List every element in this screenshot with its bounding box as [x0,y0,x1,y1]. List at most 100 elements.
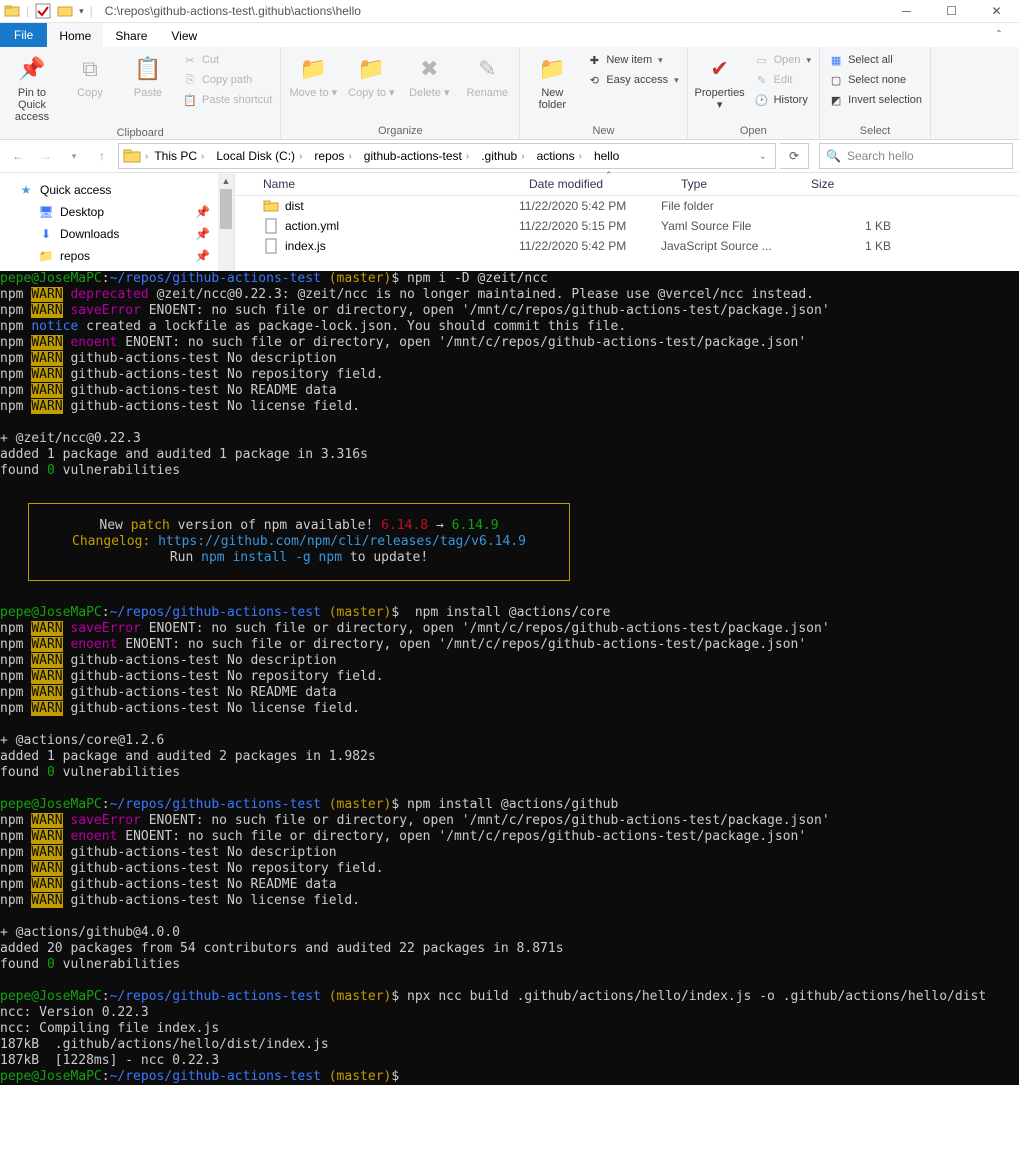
refresh-button[interactable]: ⟳ [780,143,809,169]
col-size[interactable]: Size [811,177,871,191]
open-button[interactable]: ▭Open▾ [752,51,813,69]
file-row[interactable]: action.yml11/22/2020 5:15 PMYaml Source … [235,216,1019,236]
sidebar-item-repos[interactable]: 📁repos📌 [14,245,234,267]
ribbon-tabs: File Home Share View ˆ [0,23,1019,47]
crumb[interactable]: github-actions-test› [360,149,477,163]
file-row[interactable]: dist11/22/2020 5:42 PMFile folder [235,196,1019,216]
copy-button[interactable]: ⧉ Copy [64,51,116,101]
file-list: Name Date modified Type Size ⌃ dist11/22… [235,173,1019,271]
open-icon: ▭ [754,52,770,68]
search-icon: 🔍 [826,149,841,163]
copy-icon: ⧉ [74,53,106,85]
up-button[interactable]: ↑ [90,144,114,168]
title-bar: | ▾ | C:\repos\github-actions-test\.gith… [0,0,1019,23]
tab-share[interactable]: Share [103,23,159,47]
npm-update-box: New patch version of npm available! 6.14… [28,503,570,581]
qat-dropdown[interactable]: ▾ [79,6,84,17]
group-select: ▦Select all ▢Select none ◩Invert selecti… [820,47,931,139]
forward-button[interactable]: → [34,144,58,168]
delete-button[interactable]: ✖Delete ▾ [403,51,455,101]
terminal[interactable]: pepe@JoseMaPC:~/repos/github-actions-tes… [0,271,1019,1085]
easy-access-icon: ⟲ [586,72,602,88]
sidebar-item-downloads[interactable]: ⬇Downloads📌 [14,223,234,245]
crumb[interactable]: actions› [533,149,590,163]
recent-dropdown[interactable]: ▾ [62,144,86,168]
paste-shortcut-button[interactable]: 📋Paste shortcut [180,91,274,109]
select-none-icon: ▢ [828,72,844,88]
copy-to-icon: 📁 [355,53,387,85]
pin-icon: 📌 [195,227,210,241]
folder-small-icon[interactable] [57,3,73,19]
minimize-button[interactable]: ─ [884,0,929,22]
checkbox-icon[interactable] [35,3,51,19]
pin-icon: 📌 [195,249,210,263]
crumb[interactable]: Local Disk (C:)› [212,149,310,163]
tab-view[interactable]: View [159,23,209,47]
properties-button[interactable]: ✔Properties ▾ [694,51,746,113]
invert-icon: ◩ [828,92,844,108]
file-row[interactable]: index.js11/22/2020 5:42 PMJavaScript Sou… [235,236,1019,256]
folder-icon: 📁 [38,248,54,264]
copy-path-icon: ⎘ [182,72,198,88]
crumb[interactable]: .github› [477,149,532,163]
easy-access-button[interactable]: ⟲Easy access▾ [584,71,680,89]
select-all-button[interactable]: ▦Select all [826,51,924,69]
divider: | [26,4,29,18]
quick-access[interactable]: ★Quick access [14,179,234,201]
history-icon: 🕑 [754,92,770,108]
properties-icon: ✔ [704,53,736,85]
search-box[interactable]: 🔍 Search hello [819,143,1013,169]
pin-icon: 📌 [195,205,210,219]
rename-icon: ✎ [471,53,503,85]
new-folder-icon: 📁 [536,53,568,85]
rename-button[interactable]: ✎Rename [461,51,513,101]
collapse-ribbon[interactable]: ˆ [979,23,1019,47]
maximize-button[interactable]: ☐ [929,0,974,22]
history-button[interactable]: 🕑History [752,91,813,109]
file-icon [263,198,279,214]
file-icon [263,238,279,254]
quick-access-toolbar: | ▾ | [0,3,97,19]
crumb[interactable]: repos› [310,149,359,163]
col-type[interactable]: Type [681,177,811,191]
tab-home[interactable]: Home [47,23,103,47]
col-name[interactable]: Name [263,177,529,191]
folder-icon [123,147,141,165]
new-item-button[interactable]: ✚New item▾ [584,51,680,69]
invert-selection-button[interactable]: ◩Invert selection [826,91,924,109]
cut-button[interactable]: ✂Cut [180,51,274,69]
close-button[interactable]: ✕ [974,0,1019,22]
crumb[interactable]: hello [590,149,623,163]
group-open: ✔Properties ▾ ▭Open▾ ✎Edit 🕑History Open [688,47,820,139]
crumb[interactable]: This PC› [150,149,212,163]
file-menu[interactable]: File [0,23,47,47]
group-organize: 📁Move to ▾ 📁Copy to ▾ ✖Delete ▾ ✎Rename … [281,47,520,139]
cut-icon: ✂ [182,52,198,68]
divider: | [90,4,93,18]
column-headers[interactable]: Name Date modified Type Size ⌃ [235,173,1019,196]
address-bar[interactable]: › This PC› Local Disk (C:)› repos› githu… [118,143,776,169]
content-area: ★Quick access 🖥Desktop📌 ⬇Downloads📌 📁rep… [0,173,1019,271]
sidebar-scrollbar[interactable]: ▲ [218,173,234,271]
pin-quick-access-button[interactable]: 📌 Pin to Quick access [6,51,58,125]
group-new: 📁New folder ✚New item▾ ⟲Easy access▾ New [520,47,687,139]
new-item-icon: ✚ [586,52,602,68]
new-folder-button[interactable]: 📁New folder [526,51,578,113]
copy-path-button[interactable]: ⎘Copy path [180,71,274,89]
downloads-icon: ⬇ [38,226,54,242]
edit-icon: ✎ [754,72,770,88]
sidebar-item-desktop[interactable]: 🖥Desktop📌 [14,201,234,223]
copy-to-button[interactable]: 📁Copy to ▾ [345,51,397,101]
select-none-button[interactable]: ▢Select none [826,71,924,89]
file-icon [263,218,279,234]
paste-button[interactable]: 📋 Paste [122,51,174,101]
back-button[interactable]: ← [6,144,30,168]
folder-app-icon [4,3,20,19]
paste-shortcut-icon: 📋 [182,92,198,108]
pin-icon: 📌 [16,53,48,85]
address-dropdown[interactable]: ⌄ [753,151,773,162]
sidebar: ★Quick access 🖥Desktop📌 ⬇Downloads📌 📁rep… [0,173,235,271]
edit-button[interactable]: ✎Edit [752,71,813,89]
star-icon: ★ [18,182,34,198]
move-to-button[interactable]: 📁Move to ▾ [287,51,339,101]
